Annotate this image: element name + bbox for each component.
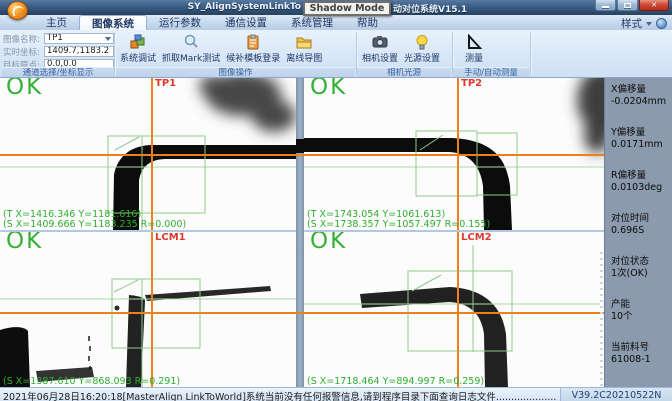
tp2-snap-coords: (S X=1738.357 Y=1057.497 R=0.155) <box>307 220 490 230</box>
magnifier-icon <box>183 33 200 50</box>
status-bar: 2021年06月28日16:20:18[MasterAlign LinkToWo… <box>0 387 672 401</box>
realtime-coord-label: 实时坐标: <box>3 46 44 58</box>
part-number-item: 当前料号 61008-1 <box>611 342 672 365</box>
vertical-splitter[interactable] <box>296 78 304 387</box>
maximize-icon <box>624 3 631 8</box>
application-window: SY_AlignSystemLinkTo 动对位系统V15.1 ✕ Shadow… <box>0 0 672 401</box>
x-offset-item: X偏移量 -0.0204mm <box>611 84 672 107</box>
tp1-status-ok: OK <box>6 78 43 100</box>
set-square-icon <box>466 33 483 50</box>
app-orb-icon[interactable] <box>7 1 28 20</box>
group-label-image-ops: 图像操作 <box>116 67 355 77</box>
colored-cubes-icon <box>130 33 147 50</box>
shadow-mode-overlay: Shadow Mode <box>303 1 391 16</box>
lcm2-snap-coords: (S X=1718.464 Y=894.997 R=0.259) <box>307 377 484 387</box>
ribbon: 图像名称: TP1 实时坐标: 1409.7,1183.2 目标原点: 0.0,… <box>0 30 672 78</box>
window-title-left: SY_AlignSystemLinkTo <box>0 2 301 12</box>
tp1-label: TP1 <box>155 78 176 89</box>
minimize-button[interactable] <box>595 0 616 11</box>
realtime-coord-value[interactable]: 1409.7,1183.2 <box>44 46 114 57</box>
folder-icon <box>296 33 313 50</box>
camera-settings-button[interactable]: 相机设置 <box>359 32 401 64</box>
clipboard-icon <box>245 33 262 50</box>
menu-item-home[interactable]: 主页 <box>34 15 79 30</box>
tp2-label: TP2 <box>461 78 482 89</box>
menu-item-help[interactable]: 帮助 <box>345 15 390 30</box>
camera-icon <box>372 33 389 50</box>
measurement-sidebar: X偏移量 -0.0204mm Y偏移量 0.0171mm R偏移量 0.0103… <box>604 78 672 387</box>
light-settings-button[interactable]: 光源设置 <box>401 32 443 64</box>
camera-view-lcm2[interactable]: OK LCM2 (S X=1718.464 Y=894.997 R=0.259) <box>304 232 604 387</box>
camera-view-lcm1[interactable]: OK LCM1 (S X=1387.610 Y=868.093 R=0.291) <box>0 232 296 387</box>
lcm2-label: LCM2 <box>461 232 492 243</box>
chevron-down-icon[interactable] <box>646 22 652 26</box>
y-offset-item: Y偏移量 0.0171mm <box>611 127 672 150</box>
lcm2-overlay-graphics <box>304 232 604 387</box>
bulb-icon <box>414 33 431 50</box>
tp2-overlay-graphics <box>304 78 604 230</box>
lcm2-status-ok: OK <box>310 232 347 254</box>
menu-item-system-mgmt[interactable]: 系统管理 <box>279 15 345 30</box>
menu-item-comm-settings[interactable]: 通信设置 <box>213 15 279 30</box>
offline-map-button[interactable]: 离线导图 <box>283 32 325 64</box>
capacity-item: 产能 10个 <box>611 299 672 322</box>
measure-button[interactable]: 测量 <box>462 32 486 64</box>
menu-item-run-params[interactable]: 运行参数 <box>147 15 213 30</box>
align-status-item: 对位状态 1次(OK) <box>611 256 672 279</box>
tp2-status-ok: OK <box>310 78 347 100</box>
image-name-combo[interactable]: TP1 <box>44 33 114 44</box>
window-title-right: 动对位系统V15.1 <box>393 2 467 15</box>
group-label-channel: 通道选择/坐标显示 <box>2 67 114 77</box>
tp1-overlay-graphics <box>0 78 296 230</box>
grab-mark-test-button[interactable]: 抓取Mark测试 <box>159 32 223 64</box>
maximize-button[interactable] <box>617 0 638 11</box>
align-time-item: 对位时间 0.696S <box>611 213 672 236</box>
menu-item-image-system[interactable]: 图像系统 <box>79 15 147 30</box>
r-offset-item: R偏移量 0.0103deg <box>611 170 672 193</box>
candidate-template-login-button[interactable]: 候补模板登录 <box>223 32 283 64</box>
lcm1-snap-coords: (S X=1387.610 Y=868.093 R=0.291) <box>3 377 180 387</box>
version-badge: V39.2C20210522N <box>560 388 672 401</box>
vertical-marker-strip <box>600 248 603 388</box>
group-label-camera-light: 相机光源 <box>357 67 451 77</box>
tp1-snap-coords: (S X=1409.666 Y=1183.235 R=0.000) <box>3 220 186 230</box>
camera-view-grid: OK TP1 (T X=1416.346 Y=1181.616) (S X=14… <box>0 78 672 387</box>
help-icon[interactable] <box>656 18 667 29</box>
lcm1-label: LCM1 <box>155 232 186 243</box>
lcm1-status-ok: OK <box>6 232 43 254</box>
minimize-icon <box>602 6 609 8</box>
camera-view-tp1[interactable]: OK TP1 (T X=1416.346 Y=1181.616) (S X=14… <box>0 78 296 230</box>
close-button[interactable]: ✕ <box>639 0 669 11</box>
menu-bar: 主页 图像系统 运行参数 通信设置 系统管理 帮助 样式 <box>0 15 672 30</box>
combo-caret-icon[interactable] <box>105 37 111 41</box>
close-icon: ✕ <box>651 1 657 9</box>
camera-view-tp2[interactable]: OK TP2 (T X=1743.054 Y=1061.613) (S X=17… <box>304 78 604 230</box>
band-crossing <box>296 139 304 153</box>
image-name-label: 图像名称: <box>3 33 44 45</box>
status-message: 2021年06月28日16:20:18[MasterAlign LinkToWo… <box>3 389 558 401</box>
group-label-measure: 手动/自动测量 <box>453 67 529 77</box>
style-menu-label[interactable]: 样式 <box>621 16 642 31</box>
system-debug-button[interactable]: 系统调试 <box>117 32 159 64</box>
lcm1-overlay-graphics <box>0 232 296 387</box>
